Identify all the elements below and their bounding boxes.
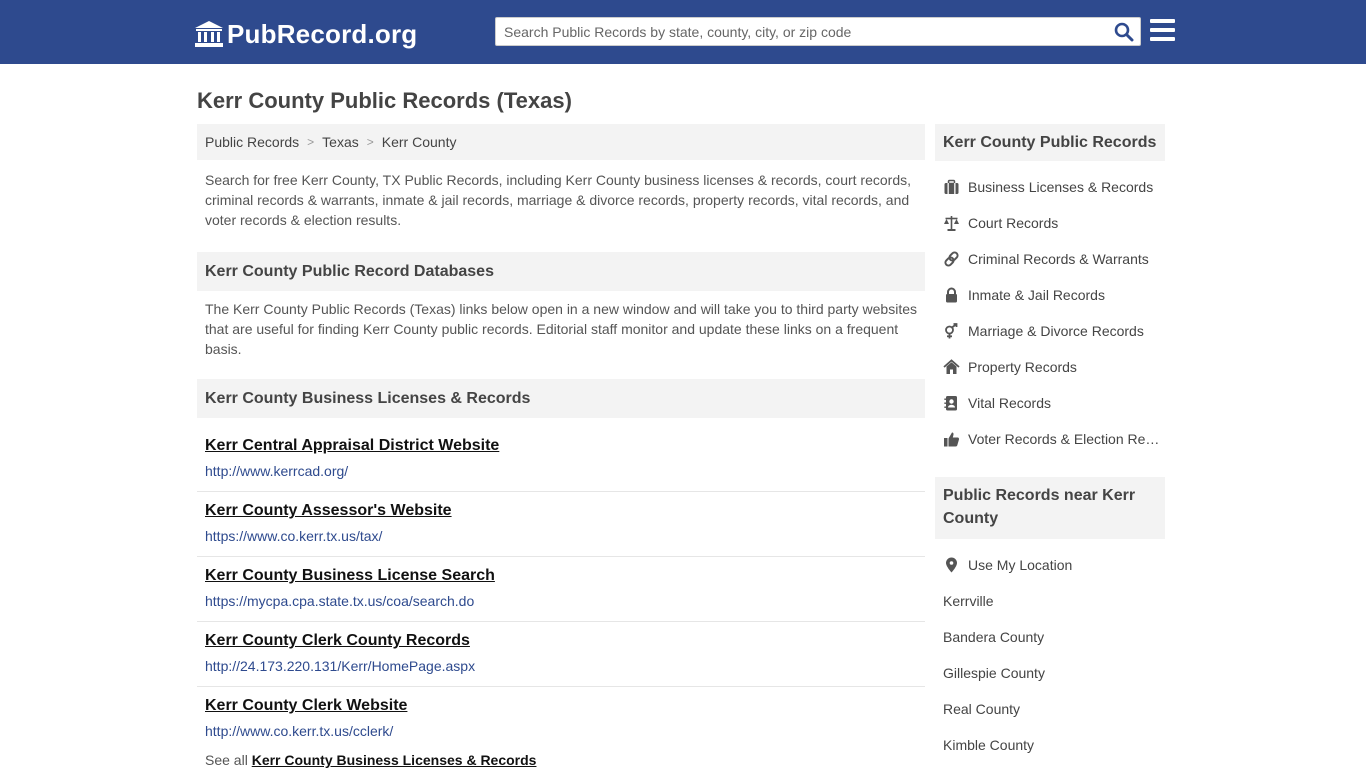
- record-link-url: http://www.kerrcad.org/: [205, 463, 349, 479]
- use-my-location-label: Use My Location: [968, 557, 1073, 573]
- gender-icon: [945, 323, 958, 339]
- record-link-title[interactable]: Kerr County Business License Search: [205, 566, 917, 586]
- scale-icon: [944, 216, 959, 231]
- sidebar-records-list: Business Licenses & Records Court Record…: [943, 169, 1165, 457]
- breadcrumb: Public Records > Texas > Kerr County: [197, 124, 925, 160]
- hamburger-menu-icon[interactable]: [1150, 19, 1175, 42]
- see-all-row: See all Kerr County Business Licenses & …: [205, 752, 536, 768]
- intro-text: Search for free Kerr County, TX Public R…: [205, 172, 912, 228]
- address-book-icon: [944, 396, 957, 411]
- nearby-link-gillespie-county[interactable]: Gillespie County: [943, 655, 1165, 691]
- record-link-url: https://mycpa.cpa.state.tx.us/coa/search…: [205, 593, 475, 609]
- breadcrumb-separator: >: [307, 135, 315, 149]
- see-all-link[interactable]: Kerr County Business Licenses & Records: [252, 752, 537, 768]
- lock-icon: [946, 287, 957, 303]
- breadcrumb-separator: >: [366, 135, 374, 149]
- business-heading: Kerr County Business Licenses & Records: [197, 379, 925, 418]
- sidebar-item-label: Court Records: [968, 215, 1059, 231]
- nearby-link-real-county[interactable]: Real County: [943, 691, 1165, 727]
- breadcrumb-kerr-county: Kerr County: [381, 134, 457, 150]
- use-my-location-button[interactable]: Use My Location: [943, 547, 1165, 583]
- nearby-link-kimble-county[interactable]: Kimble County: [943, 727, 1165, 763]
- search-input[interactable]: [496, 18, 1106, 45]
- nearby-link-bandera-county[interactable]: Bandera County: [943, 619, 1165, 655]
- logo-text: PubRecord.org: [227, 18, 418, 49]
- map-marker-icon: [946, 557, 957, 573]
- sidebar-nearby-heading: Public Records near Kerr County: [935, 477, 1165, 539]
- sidebar-item-label: Vital Records: [968, 395, 1052, 411]
- breadcrumb-public-records[interactable]: Public Records: [205, 134, 299, 150]
- top-navbar: PubRecord.org: [0, 0, 1366, 64]
- sidebar-item-label: Property Records: [968, 359, 1077, 375]
- briefcase-icon: [944, 179, 959, 194]
- search-icon[interactable]: [1114, 22, 1134, 42]
- nearby-link-kerrville[interactable]: Kerrville: [943, 583, 1165, 619]
- record-link-title[interactable]: Kerr County Clerk County Records: [205, 631, 917, 651]
- list-item: Kerr County Clerk County Records http://…: [197, 622, 925, 687]
- page-title: Kerr County Public Records (Texas): [197, 88, 572, 113]
- sidebar-item-business[interactable]: Business Licenses & Records: [943, 169, 1165, 205]
- databases-heading: Kerr County Public Record Databases: [197, 252, 925, 291]
- business-link-list: Kerr Central Appraisal District Website …: [197, 427, 925, 752]
- breadcrumb-texas[interactable]: Texas: [322, 134, 359, 150]
- sidebar-item-label: Inmate & Jail Records: [968, 287, 1105, 303]
- list-item: Kerr County Clerk Website http://www.co.…: [197, 687, 925, 752]
- sidebar-item-label: Marriage & Divorce Records: [968, 323, 1144, 339]
- sidebar-item-inmate[interactable]: Inmate & Jail Records: [943, 277, 1165, 313]
- sidebar-item-vital[interactable]: Vital Records: [943, 385, 1165, 421]
- record-link-url: https://www.co.kerr.tx.us/tax/: [205, 528, 383, 544]
- list-item: Kerr County Business License Search http…: [197, 557, 925, 622]
- list-item: Kerr Central Appraisal District Website …: [197, 427, 925, 492]
- sidebar-nearby-list: Use My Location Kerrville Bandera County…: [943, 547, 1165, 763]
- sidebar-records-heading: Kerr County Public Records: [935, 124, 1165, 161]
- databases-description: The Kerr County Public Records (Texas) l…: [205, 301, 918, 357]
- site-logo[interactable]: PubRecord.org: [195, 18, 417, 50]
- record-link-title[interactable]: Kerr County Clerk Website: [205, 696, 917, 716]
- home-icon: [943, 359, 960, 374]
- search-bar: [495, 17, 1141, 46]
- sidebar-item-marriage[interactable]: Marriage & Divorce Records: [943, 313, 1165, 349]
- list-item: Kerr County Assessor's Website https://w…: [197, 492, 925, 557]
- courthouse-icon: [195, 21, 223, 47]
- sidebar-item-property[interactable]: Property Records: [943, 349, 1165, 385]
- see-all-prefix: See all: [205, 752, 248, 768]
- sidebar-item-label: Voter Records & Election Results: [968, 431, 1165, 447]
- sidebar-item-criminal[interactable]: Criminal Records & Warrants: [943, 241, 1165, 277]
- sidebar-item-label: Business Licenses & Records: [968, 179, 1154, 195]
- thumbs-up-icon: [944, 432, 960, 447]
- link-icon: [944, 251, 959, 267]
- record-link-title[interactable]: Kerr County Assessor's Website: [205, 501, 917, 521]
- record-link-url: http://24.173.220.131/Kerr/HomePage.aspx: [205, 658, 476, 674]
- sidebar-item-label: Criminal Records & Warrants: [968, 251, 1149, 267]
- sidebar-item-voter[interactable]: Voter Records & Election Results: [943, 421, 1165, 457]
- record-link-title[interactable]: Kerr Central Appraisal District Website: [205, 436, 917, 456]
- sidebar-item-court[interactable]: Court Records: [943, 205, 1165, 241]
- record-link-url: http://www.co.kerr.tx.us/cclerk/: [205, 723, 394, 739]
